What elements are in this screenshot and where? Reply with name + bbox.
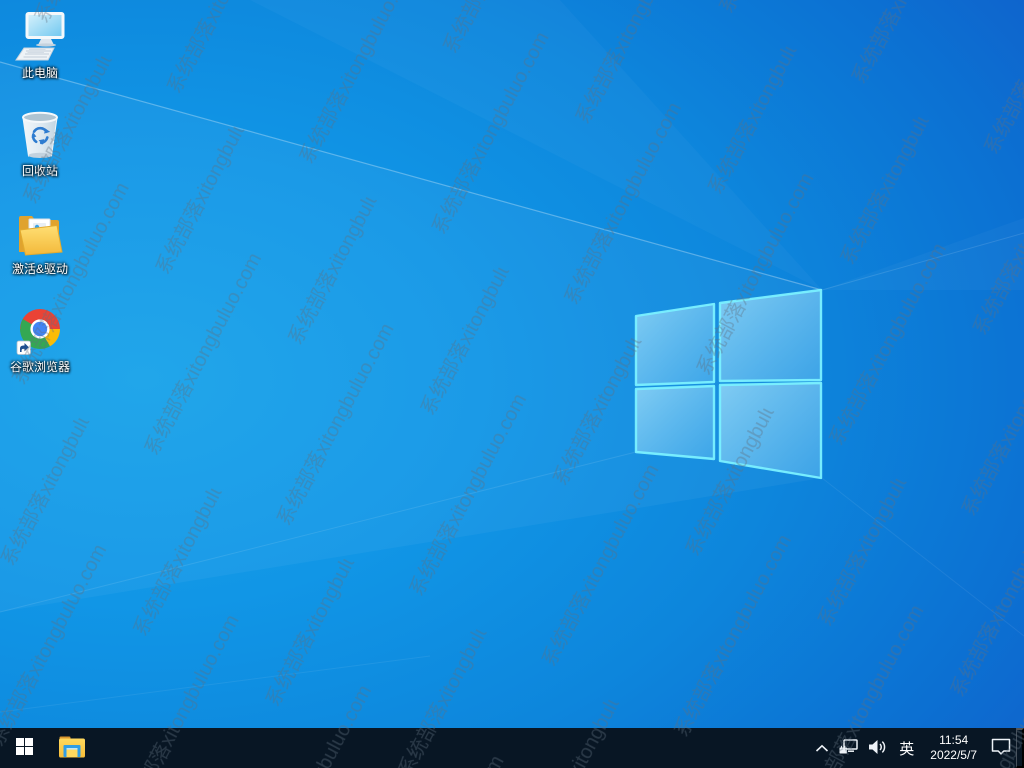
volume-icon bbox=[868, 739, 887, 758]
chrome-icon bbox=[16, 304, 64, 356]
folder-icon bbox=[16, 206, 64, 258]
taskbar: 英 11:54 2022/5/7 bbox=[0, 728, 1024, 768]
system-tray: 英 11:54 2022/5/7 bbox=[810, 728, 1024, 768]
this-pc-icon bbox=[14, 10, 66, 62]
desktop-icon-this-pc[interactable]: 此电脑 bbox=[2, 8, 78, 106]
tray-network-button[interactable] bbox=[834, 728, 863, 768]
ime-language-indicator[interactable]: 英 bbox=[892, 728, 921, 768]
desktop-icon-grid: 此电脑 回收站 激活&驱动 谷歌浏览器 bbox=[2, 8, 78, 400]
file-explorer-icon bbox=[59, 736, 85, 761]
windows-logo-wallpaper bbox=[634, 288, 823, 480]
desktop-icon-recycle-bin[interactable]: 回收站 bbox=[2, 106, 78, 204]
desktop-icon-label: 激活&驱动 bbox=[11, 262, 68, 276]
desktop-icon-label: 谷歌浏览器 bbox=[9, 360, 70, 374]
clock-time: 11:54 bbox=[939, 733, 969, 747]
desktop-background[interactable]: 此电脑 回收站 激活&驱动 谷歌浏览器 bbox=[0, 0, 1024, 728]
tray-chevron-up-button[interactable] bbox=[810, 728, 834, 768]
file-explorer-taskbar-button[interactable] bbox=[48, 728, 96, 768]
clock-date: 2022/5/7 bbox=[930, 748, 977, 762]
taskbar-clock[interactable]: 11:54 2022/5/7 bbox=[921, 728, 986, 768]
wallpaper-light-rays-and-windows-logo bbox=[0, 61, 1024, 713]
chevron-up-icon bbox=[815, 741, 829, 756]
recycle-bin-icon bbox=[19, 108, 61, 160]
action-center-button[interactable] bbox=[986, 728, 1016, 768]
start-windows-logo-icon bbox=[15, 738, 33, 758]
start-button[interactable] bbox=[0, 728, 48, 768]
desktop-icon-chrome[interactable]: 谷歌浏览器 bbox=[2, 302, 78, 400]
desktop-icon-label: 此电脑 bbox=[21, 66, 58, 80]
network-icon bbox=[839, 738, 859, 758]
desktop-icon-label: 回收站 bbox=[21, 164, 58, 178]
tray-volume-button[interactable] bbox=[863, 728, 892, 768]
show-desktop-button[interactable] bbox=[1016, 728, 1024, 768]
shortcut-arrow-badge bbox=[16, 340, 31, 355]
desktop-icon-activation-drivers[interactable]: 激活&驱动 bbox=[2, 204, 78, 302]
action-center-icon bbox=[991, 738, 1011, 759]
